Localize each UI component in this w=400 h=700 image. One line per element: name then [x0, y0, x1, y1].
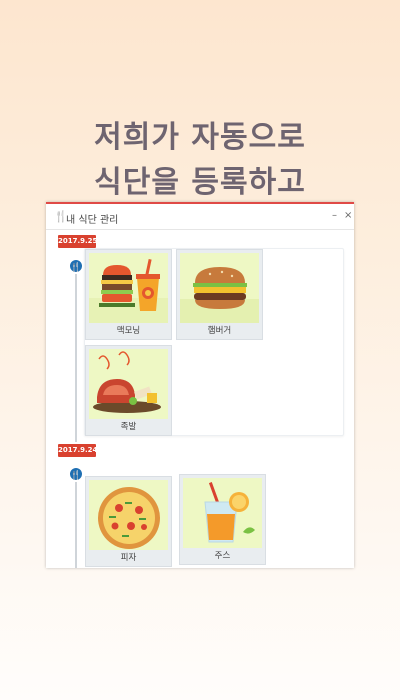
meal-group-card: 피자 주스	[84, 474, 342, 568]
date-badge: 2017.9.25	[58, 235, 97, 248]
food-label: 피자	[120, 553, 137, 563]
window-titlebar: 🍴 내 식단 관리 – ×	[46, 205, 354, 227]
window-title: 내 식단 관리	[66, 215, 119, 226]
window-accent-bar	[46, 202, 354, 204]
meal-pin-icon: 🍴	[68, 466, 84, 482]
food-label: 주스	[214, 551, 231, 561]
timeline-line	[75, 474, 77, 568]
timeline-line	[75, 264, 77, 442]
headline-line-2: 식단을 등록하고	[94, 165, 306, 200]
pizza-image	[89, 480, 168, 550]
minimize-button[interactable]: –	[332, 210, 337, 221]
headline-line-1: 저희가 자동으로	[94, 120, 306, 155]
food-card-mcmorning[interactable]: 맥모닝	[85, 249, 172, 340]
date-badge: 2017.9.24	[58, 444, 97, 457]
food-card-juice[interactable]: 주스	[179, 474, 266, 565]
food-label: 족발	[120, 422, 137, 432]
food-card-jokbal[interactable]: 족발	[85, 345, 172, 436]
titlebar-divider	[46, 229, 354, 230]
juice-image	[183, 478, 262, 548]
meal-group-card: 맥모닝 햄버거 족발	[84, 248, 344, 436]
hamburger-image	[180, 253, 259, 323]
food-label: 맥모닝	[116, 326, 141, 336]
food-card-pizza[interactable]: 피자	[85, 476, 172, 567]
food-card-hamburger[interactable]: 햄버거	[176, 249, 263, 340]
close-button[interactable]: ×	[344, 210, 352, 221]
burger-drink-image	[89, 253, 168, 323]
meal-pin-icon: 🍴	[68, 258, 84, 274]
meat-plate-image	[89, 349, 168, 419]
food-label: 햄버거	[207, 326, 232, 336]
diet-window: 🍴 내 식단 관리 – × 2017.9.25 🍴 맥모닝 햄버거 족발 201…	[46, 202, 354, 568]
